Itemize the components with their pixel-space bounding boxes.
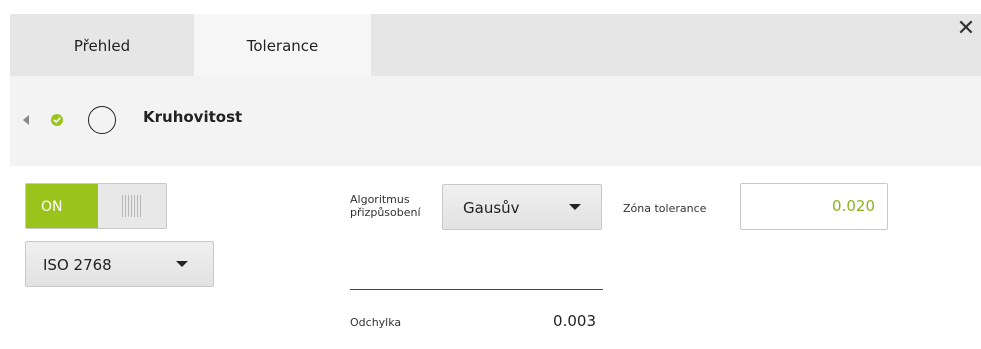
chevron-left-icon[interactable] xyxy=(23,115,29,125)
standard-dropdown[interactable]: ISO 2768 xyxy=(25,241,214,287)
feature-title: Kruhovitost xyxy=(143,108,243,126)
divider xyxy=(350,289,603,290)
caret-down-icon xyxy=(569,204,581,210)
deviation-label: Odchylka xyxy=(350,316,402,329)
check-circle-icon xyxy=(51,114,63,126)
toggle-grip-icon xyxy=(122,195,142,217)
feature-header: Kruhovitost xyxy=(10,76,981,166)
caret-down-icon xyxy=(176,261,188,267)
deviation-value: 0.003 xyxy=(553,312,596,330)
tab-overview[interactable]: Přehled xyxy=(10,14,194,76)
circle-icon xyxy=(88,106,116,134)
on-off-toggle[interactable]: ON xyxy=(25,183,167,229)
tolerance-panel: Přehled Tolerance ✕ Kruhovitost ON ISO 2… xyxy=(0,0,981,349)
toggle-on-label: ON xyxy=(26,184,98,228)
tolerance-zone-input[interactable]: 0.020 xyxy=(740,183,888,230)
fit-algorithm-dropdown-value: Gausův xyxy=(463,199,520,217)
fit-algorithm-dropdown[interactable]: Gausův xyxy=(442,184,602,230)
tab-bar: Přehled Tolerance xyxy=(10,14,981,78)
fit-algorithm-label: Algoritmus přizpůsobení xyxy=(350,193,421,219)
tab-tolerance[interactable]: Tolerance xyxy=(194,14,371,78)
fit-algorithm-label-line2: přizpůsobení xyxy=(350,206,421,219)
close-icon[interactable]: ✕ xyxy=(951,14,981,44)
standard-dropdown-value: ISO 2768 xyxy=(43,256,112,274)
tolerance-zone-label: Zóna tolerance xyxy=(623,202,707,215)
fit-algorithm-label-line1: Algoritmus xyxy=(350,193,410,206)
